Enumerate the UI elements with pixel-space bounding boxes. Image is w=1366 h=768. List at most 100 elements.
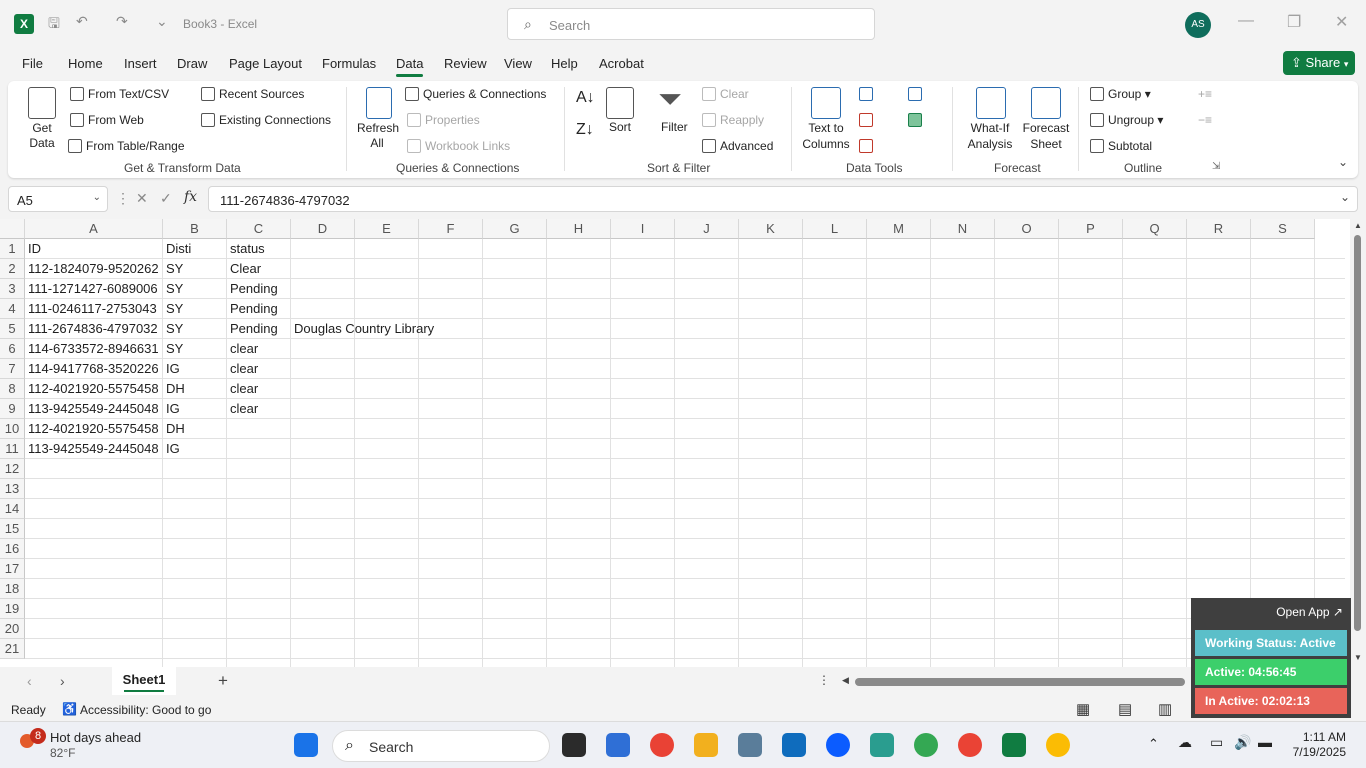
column-header-j[interactable]: J — [675, 219, 739, 239]
more-options-icon[interactable]: ⋮ — [818, 673, 830, 687]
column-header-e[interactable]: E — [355, 219, 419, 239]
cell-a11[interactable]: 113-9425549-2445048 — [25, 439, 159, 459]
battery-icon[interactable]: ▬ — [1258, 734, 1272, 750]
from-table-range-button[interactable]: From Table/Range — [68, 139, 185, 153]
tab-formulas[interactable]: Formulas — [322, 56, 376, 71]
chrome-icon[interactable] — [914, 733, 938, 757]
cell-c5[interactable]: Pending — [227, 319, 278, 339]
next-sheet-icon[interactable]: › — [60, 673, 65, 689]
row-header-2[interactable]: 2 — [0, 259, 25, 279]
column-header-l[interactable]: L — [803, 219, 867, 239]
page-break-view-icon[interactable]: ▥ — [1158, 700, 1172, 718]
scrollbar-thumb[interactable] — [855, 678, 1185, 686]
cell-b1[interactable]: Disti — [163, 239, 191, 259]
cell-c1[interactable]: status — [227, 239, 265, 259]
column-header-k[interactable]: K — [739, 219, 803, 239]
expand-formula-icon[interactable]: ⌄ — [1340, 190, 1350, 204]
redo-icon[interactable]: ↷ — [116, 13, 128, 30]
data-validation-icon[interactable] — [859, 139, 873, 153]
insert-function-icon[interactable]: fx — [184, 189, 197, 205]
column-header-c[interactable]: C — [227, 219, 291, 239]
cell-b5[interactable]: SY — [163, 319, 183, 339]
cell-b6[interactable]: SY — [163, 339, 183, 359]
relationships-icon[interactable] — [908, 113, 922, 127]
cell-c8[interactable]: clear — [227, 379, 258, 399]
calculator-icon[interactable] — [738, 733, 762, 757]
volume-icon[interactable]: 🔊 — [1234, 734, 1251, 751]
cell-c3[interactable]: Pending — [227, 279, 278, 299]
show-detail-icon[interactable]: +≡ — [1198, 87, 1212, 101]
column-header-o[interactable]: O — [995, 219, 1059, 239]
column-header-p[interactable]: P — [1059, 219, 1123, 239]
filter-button[interactable]: Filter — [661, 120, 688, 134]
dialog-launcher-icon[interactable]: ⇲ — [1212, 161, 1220, 172]
refresh-all-button[interactable]: Refresh All — [357, 121, 399, 151]
column-header-m[interactable]: M — [867, 219, 931, 239]
onedrive-icon[interactable]: ☁ — [1178, 734, 1192, 751]
tab-draw[interactable]: Draw — [177, 56, 207, 71]
scroll-up-icon[interactable]: ▲ — [1354, 221, 1362, 230]
queries-connections-button[interactable]: Queries & Connections — [405, 87, 546, 101]
cell-c7[interactable]: clear — [227, 359, 258, 379]
collapse-ribbon-icon[interactable]: ⌄ — [1338, 155, 1348, 169]
cell-b2[interactable]: SY — [163, 259, 183, 279]
cell-d5[interactable]: Douglas Country Library — [291, 319, 434, 339]
properties-button[interactable]: Properties — [407, 113, 480, 127]
column-header-i[interactable]: I — [611, 219, 675, 239]
normal-view-icon[interactable]: ▦ — [1076, 700, 1090, 718]
row-header-14[interactable]: 14 — [0, 499, 25, 519]
page-layout-view-icon[interactable]: ▤ — [1118, 700, 1132, 718]
row-header-4[interactable]: 4 — [0, 299, 25, 319]
search-input[interactable]: ⌕ Search — [507, 8, 875, 40]
from-text-csv-button[interactable]: From Text/CSV — [70, 87, 169, 101]
cell-b3[interactable]: SY — [163, 279, 183, 299]
scroll-left-icon[interactable]: ◀ — [842, 675, 849, 686]
task-view-icon[interactable] — [562, 733, 586, 757]
column-header-d[interactable]: D — [291, 219, 355, 239]
open-app-link[interactable]: Open App ↗ — [1276, 605, 1343, 619]
zoom-icon[interactable] — [826, 733, 850, 757]
column-header-r[interactable]: R — [1187, 219, 1251, 239]
cell-c9[interactable]: clear — [227, 399, 258, 419]
row-header-19[interactable]: 19 — [0, 599, 25, 619]
row-header-15[interactable]: 15 — [0, 519, 25, 539]
row-header-18[interactable]: 18 — [0, 579, 25, 599]
cell-b4[interactable]: SY — [163, 299, 183, 319]
column-header-h[interactable]: H — [547, 219, 611, 239]
network-icon[interactable]: ▭ — [1210, 734, 1223, 751]
scrollbar-thumb[interactable] — [1354, 235, 1361, 631]
horizontal-scrollbar[interactable]: ◀ — [840, 675, 1190, 688]
row-header-1[interactable]: 1 — [0, 239, 25, 259]
select-all-corner[interactable] — [0, 219, 25, 239]
cell-a4[interactable]: 111-0246117-2753043 — [25, 299, 157, 319]
chrome-icon[interactable] — [958, 733, 982, 757]
cell-b10[interactable]: DH — [163, 419, 185, 439]
tab-file[interactable]: File — [22, 56, 43, 71]
recent-sources-button[interactable]: Recent Sources — [201, 87, 304, 101]
row-header-16[interactable]: 16 — [0, 539, 25, 559]
tab-help[interactable]: Help — [551, 56, 578, 71]
enter-icon[interactable]: ✓ — [160, 190, 172, 207]
row-header-3[interactable]: 3 — [0, 279, 25, 299]
text-to-columns-button[interactable]: Text to Columns — [800, 120, 852, 152]
cell-a6[interactable]: 114-6733572-8946631 — [25, 339, 159, 359]
cell-a7[interactable]: 114-9417768-3520226 — [25, 359, 159, 379]
cell-a2[interactable]: 112-1824079-9520262 — [25, 259, 159, 279]
name-box[interactable]: A5 ⌄ — [8, 186, 108, 212]
what-if-analysis-button[interactable]: What-If Analysis — [960, 120, 1020, 152]
clock[interactable]: 1:11 AM 7/19/2025 — [1280, 730, 1346, 760]
cell-b8[interactable]: DH — [163, 379, 185, 399]
cell-b11[interactable]: IG — [163, 439, 180, 459]
cell-c2[interactable]: Clear — [227, 259, 261, 279]
minimize-icon[interactable]: — — [1238, 12, 1254, 30]
undo-icon[interactable]: ↶ — [76, 13, 88, 30]
tab-review[interactable]: Review — [444, 56, 487, 71]
cell-a5[interactable]: 111-2674836-4797032 — [25, 319, 158, 339]
chevron-up-icon[interactable]: ⌃ — [1148, 736, 1159, 752]
tab-insert[interactable]: Insert — [124, 56, 157, 71]
tab-page-layout[interactable]: Page Layout — [229, 56, 302, 71]
close-icon[interactable]: ✕ — [1335, 12, 1348, 32]
advanced-button[interactable]: Advanced — [702, 139, 773, 153]
group-button[interactable]: Group ▾ — [1090, 87, 1151, 101]
cell-a9[interactable]: 113-9425549-2445048 — [25, 399, 159, 419]
